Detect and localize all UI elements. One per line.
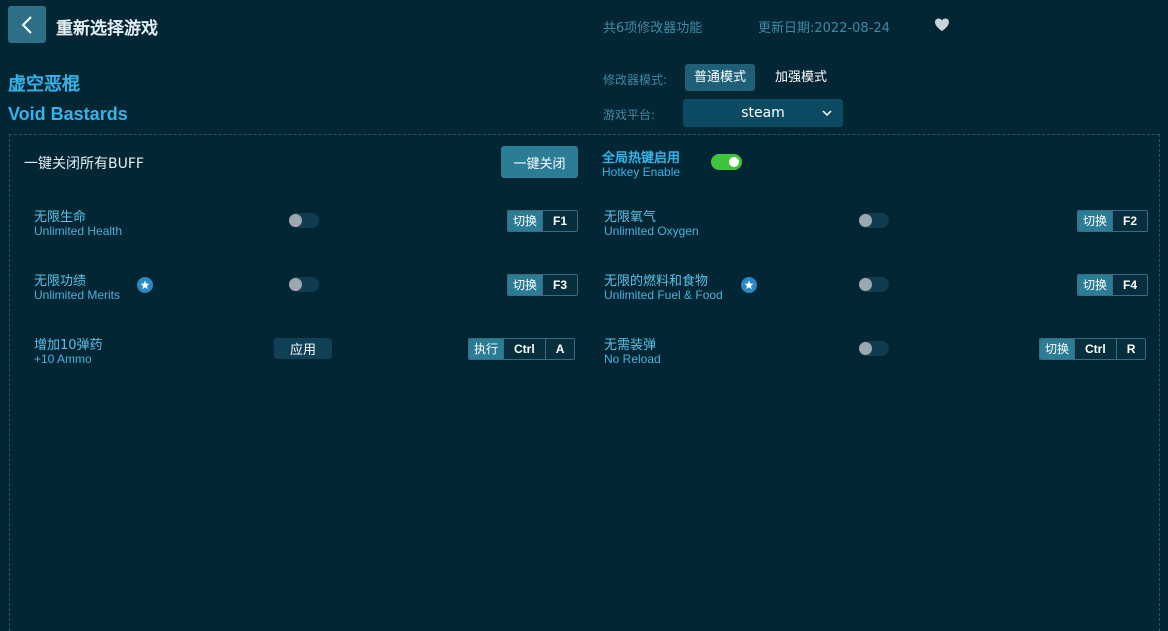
key-action: 切换 [1040,339,1075,359]
key-action: 切换 [1078,211,1113,231]
cheat-name-en: Unlimited Fuel & Food [604,288,723,302]
key-action: 执行 [469,339,504,359]
cheat-name-en: No Reload [604,352,661,366]
toggle-knob [289,214,302,227]
page-title: 重新选择游戏 [56,19,158,39]
toggle-knob [289,278,302,291]
chevron-left-icon [21,15,32,34]
toggle-knob [859,214,872,227]
cheat-panel [9,134,1160,631]
apply-button[interactable]: 应用 [274,338,332,359]
feature-count: 共6项修改器功能 [603,21,703,36]
hotkey-combo[interactable]: 切换 F2 [1077,210,1149,232]
disable-all-label: 一键关闭所有BUFF [24,156,144,172]
platform-label: 游戏平台: [603,108,656,122]
game-name-en: Void Bastards [8,104,128,124]
cheat-name-cn: 无限氧气 [604,210,657,225]
game-name-cn: 虚空恶棍 [8,74,80,95]
key: F4 [1112,275,1148,295]
key: A [544,339,575,359]
hotkey-combo[interactable]: 切换 Ctrl R [1039,338,1147,360]
cheat-name-en: Unlimited Oxygen [604,224,699,238]
cheat-name-en: Unlimited Merits [34,288,121,302]
key: Ctrl [503,339,545,359]
back-button[interactable] [8,6,46,43]
hotkey-toggle[interactable] [711,154,742,170]
star-icon [741,277,757,293]
hotkey-title: 全局热键启用 [602,151,681,166]
heart-icon[interactable] [934,17,950,33]
platform-select[interactable]: steam [683,99,843,127]
normal-mode-button[interactable]: 普通模式 [685,64,756,91]
mode-label: 修改器模式: [603,73,668,87]
key-action: 切换 [1078,275,1113,295]
cheat-name-cn: 无限的燃料和食物 [604,274,709,289]
key-action: 切换 [508,211,543,231]
cheat-name-en: Unlimited Health [34,224,123,238]
hotkey-combo[interactable]: 切换 F4 [1077,274,1149,296]
unlimited-fuel-food-toggle[interactable] [859,277,889,292]
key: F2 [1112,211,1148,231]
update-date: 更新日期:2022-08-24 [758,21,890,36]
key-action: 切换 [508,275,543,295]
cheat-name-cn: 无限功绩 [34,274,87,289]
toggle-knob [729,157,739,167]
platform-value: steam [741,105,785,121]
enhanced-mode-button[interactable]: 加强模式 [766,64,836,91]
hotkey-subtitle: Hotkey Enable [602,165,681,179]
cheat-name-cn: 增加10弹药 [34,338,103,353]
hotkey-combo[interactable]: 切换 F1 [507,210,579,232]
key: R [1115,339,1146,359]
cheat-name-cn: 无需装弹 [604,338,657,353]
chevron-down-icon [822,110,832,117]
disable-all-button[interactable]: 一键关闭 [501,146,578,178]
no-reload-toggle[interactable] [859,341,889,356]
key: F1 [542,211,578,231]
cheat-name-cn: 无限生命 [34,210,87,225]
unlimited-merits-toggle[interactable] [289,277,319,292]
unlimited-oxygen-toggle[interactable] [859,213,889,228]
hotkey-combo[interactable]: 执行 Ctrl A [468,338,576,360]
cheat-name-en: +10 Ammo [34,352,92,366]
toggle-knob [859,342,872,355]
key: F3 [542,275,578,295]
star-icon [137,277,153,293]
toggle-knob [859,278,872,291]
hotkey-combo[interactable]: 切换 F3 [507,274,579,296]
key: Ctrl [1074,339,1116,359]
unlimited-health-toggle[interactable] [289,213,319,228]
